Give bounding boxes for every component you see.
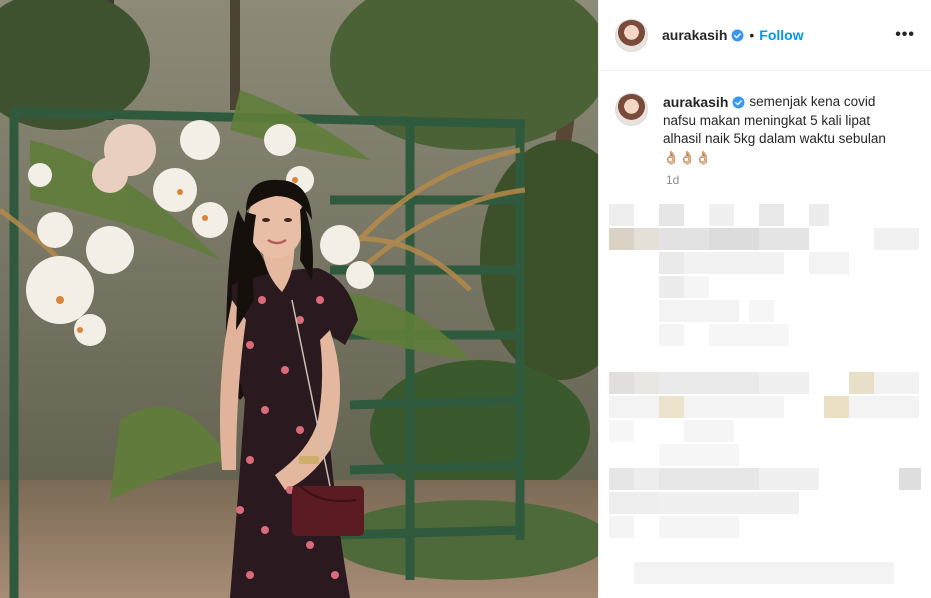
verified-badge-icon xyxy=(732,96,745,109)
verified-badge-icon xyxy=(731,29,744,41)
post-photo-image xyxy=(0,0,598,598)
caption-text-line-3: alhasil naik 5kg dalam waktu sebulan xyxy=(663,131,886,146)
post-side-panel: aurakasih • Follow ••• aurakasih semenja… xyxy=(598,0,931,598)
caption-avatar[interactable] xyxy=(615,93,648,126)
caption-text-line-2: nafsu makan meningkat 5 kali lipat xyxy=(663,112,871,128)
caption-emoji: 👌🏼👌🏼👌🏼 xyxy=(663,149,712,165)
post-caption: aurakasih semenjak kena covid nafsu maka… xyxy=(599,71,931,167)
post-timestamp[interactable]: 1d xyxy=(666,173,931,187)
post-photo[interactable] xyxy=(0,0,598,598)
username-link[interactable]: aurakasih xyxy=(662,27,727,43)
separator-dot: • xyxy=(749,27,755,43)
avatar[interactable] xyxy=(615,18,648,52)
follow-button[interactable]: Follow xyxy=(759,27,803,43)
caption-text-line-1: semenjak kena covid xyxy=(749,94,876,109)
caption-body: aurakasih semenjak kena covid nafsu maka… xyxy=(663,93,886,167)
more-options-icon[interactable]: ••• xyxy=(895,26,915,44)
caption-username-link[interactable]: aurakasih xyxy=(663,93,728,112)
post-header: aurakasih • Follow ••• xyxy=(599,0,931,71)
comments-blurred xyxy=(599,198,931,598)
caption-first-line: aurakasih semenjak kena covid xyxy=(663,93,886,112)
pixelated-comments-image xyxy=(609,204,921,584)
